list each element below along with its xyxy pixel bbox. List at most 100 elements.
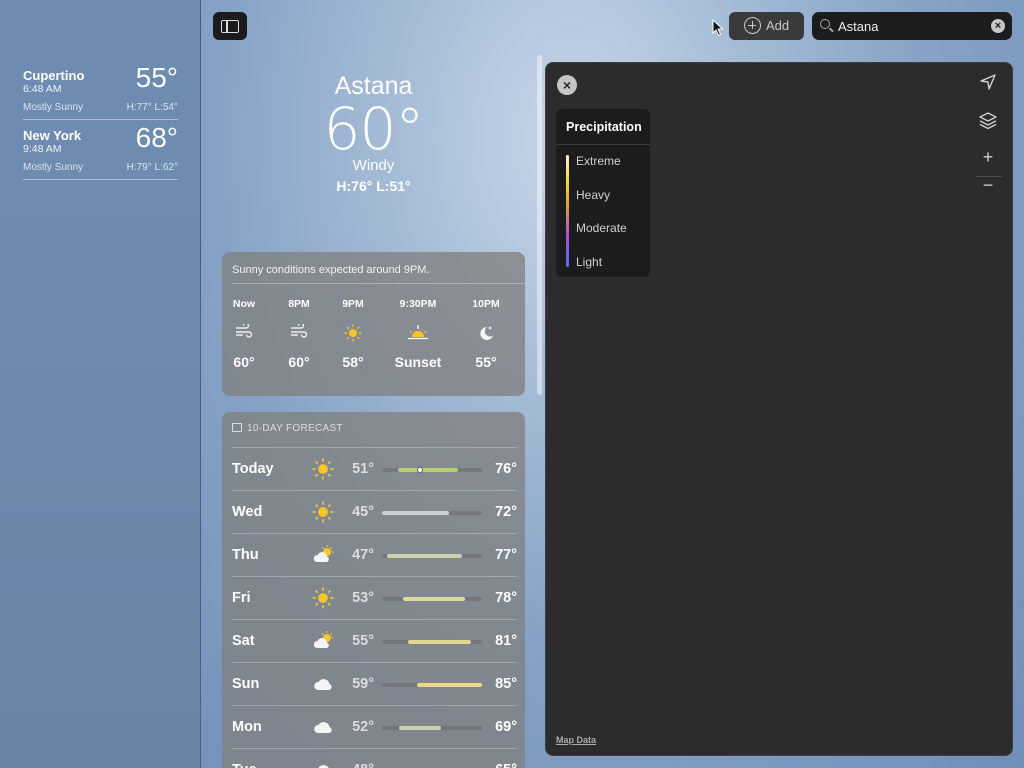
clear-search-button[interactable]: ×: [991, 19, 1005, 33]
sidebar-icon: [221, 20, 239, 33]
wind-icon: [214, 322, 274, 354]
location-condition: Mostly Sunny: [23, 102, 84, 113]
temperature-range-track: [382, 467, 482, 473]
temperature-range-bar: [408, 640, 471, 644]
ten-day-forecast-card: 10-DAY FORECAST Today 51° 76° Wed 45° 72° Thu 4…: [222, 412, 525, 768]
zoom-in-button[interactable]: +: [976, 147, 1000, 171]
location-high-low: H:79° L:62°: [126, 162, 178, 173]
hour-column: 10PM 55°: [456, 298, 516, 370]
forecast-day: Fri: [232, 590, 251, 606]
temperature-range-bar: [403, 597, 465, 601]
legend-level-moderate: Moderate: [576, 221, 627, 235]
temperature-range-bar: [387, 554, 462, 558]
forecast-high: 81°: [495, 633, 517, 649]
forecast-row[interactable]: Thu 47° 77°: [232, 533, 517, 576]
plus-circle-icon: [744, 17, 761, 34]
hour-time: 10PM: [472, 298, 500, 310]
location-arrow-icon: [980, 74, 996, 90]
temperature-range-bar: [399, 726, 441, 730]
sidebar-icon-divider: [226, 20, 228, 33]
hour-value: Sunset: [394, 354, 442, 370]
location-name: Cupertino: [23, 68, 85, 83]
location-condition: Mostly Sunny: [23, 162, 84, 173]
cloud-icon: [312, 759, 336, 768]
search-input[interactable]: [838, 17, 978, 35]
search-field[interactable]: ×: [812, 12, 1012, 40]
hour-column: Now 60°: [214, 298, 274, 370]
current-temperature-dot: [417, 467, 423, 473]
wind-icon: [269, 322, 329, 354]
temperature-range-track: [382, 554, 482, 558]
forecast-day: Sat: [232, 633, 255, 649]
hour-column: 9PM 58°: [323, 298, 383, 370]
sidebar-toggle-button[interactable]: [213, 12, 247, 40]
forecast-high: 85°: [495, 676, 517, 692]
divider: [23, 179, 178, 180]
map-layers-button[interactable]: [976, 111, 1000, 135]
divider: [232, 283, 525, 284]
close-map-button[interactable]: ×: [557, 75, 577, 95]
main-weather-view: Astana 60° Windy H:76° L:51° Sunny condi…: [201, 0, 1024, 768]
forecast-low: 51°: [352, 461, 374, 477]
precipitation-map-panel[interactable]: × Precipitation Extreme Heavy Moderate L…: [545, 62, 1013, 756]
precipitation-legend: Precipitation Extreme Heavy Moderate Lig…: [556, 109, 650, 277]
hour-value: 58°: [342, 354, 364, 370]
search-icon: [820, 19, 830, 29]
temperature-range-track: [382, 683, 482, 687]
forecast-row[interactable]: Mon 52° 69°: [232, 705, 517, 748]
forecast-day: Thu: [232, 547, 259, 563]
current-high-low: H:76° L:51°: [336, 178, 411, 194]
divider: [23, 119, 178, 120]
divider: [556, 144, 650, 145]
temperature-range-track: [382, 726, 482, 730]
forecast-header-label: 10-DAY FORECAST: [247, 423, 343, 434]
forecast-high: 76°: [495, 461, 517, 477]
forecast-day: Tue: [232, 762, 257, 768]
partly-cloudy-icon: [312, 544, 336, 568]
forecast-day: Wed: [232, 504, 263, 520]
legend-level-light: Light: [576, 255, 603, 269]
forecast-row[interactable]: Fri 53° 78°: [232, 576, 517, 619]
forecast-row[interactable]: Tue 48° 65°: [232, 748, 517, 768]
forecast-low: 48°: [338, 762, 374, 768]
moon-icon: [456, 324, 516, 354]
hourly-forecast-card: Sunny conditions expected around 9PM. No…: [222, 252, 525, 396]
sidebar: Cupertino 6:48 AM 55° Mostly Sunny H:77°…: [0, 0, 201, 768]
add-location-button[interactable]: Add: [729, 12, 804, 40]
cloud-icon: [312, 673, 336, 697]
location-time: 9:48 AM: [23, 143, 62, 155]
hour-time: 9PM: [342, 298, 364, 310]
forecast-high: 69°: [495, 719, 517, 735]
temperature-range-bar: [382, 511, 449, 515]
legend-level-extreme: Extreme: [576, 154, 621, 168]
sun-icon: [312, 587, 336, 611]
calendar-icon: [232, 423, 242, 432]
hourly-summary: Sunny conditions expected around 9PM.: [232, 264, 430, 276]
current-temperature: 60°: [323, 95, 425, 163]
current-location-button[interactable]: [976, 73, 1000, 97]
sun-icon: [312, 501, 336, 525]
current-conditions: Astana 60° Windy H:76° L:51°: [301, 72, 446, 194]
forecast-low: 59°: [352, 676, 374, 692]
hour-value: 55°: [475, 354, 497, 370]
temperature-range-track: [382, 597, 482, 601]
temperature-range-bar: [398, 468, 458, 472]
forecast-row[interactable]: Today 51° 76°: [232, 447, 517, 490]
zoom-out-button[interactable]: −: [976, 175, 1000, 199]
cloud-icon: [312, 716, 336, 740]
forecast-high: 65°: [495, 762, 517, 768]
map-data-link[interactable]: Map Data: [556, 735, 596, 745]
forecast-low: 55°: [352, 633, 374, 649]
location-time: 6:48 AM: [23, 83, 62, 95]
location-temp: 55°: [135, 62, 178, 93]
forecast-row[interactable]: Wed 45° 72°: [232, 490, 517, 533]
hour-value: 60°: [288, 354, 310, 370]
sunset-icon: [388, 324, 448, 354]
scrollbar[interactable]: [537, 55, 542, 395]
temperature-range-bar: [417, 683, 482, 687]
hour-column: 9:30PM Sunset: [388, 298, 448, 370]
forecast-row[interactable]: Sun 59° 85°: [232, 662, 517, 705]
forecast-row[interactable]: Sat 55° 81°: [232, 619, 517, 662]
mouse-pointer-icon: [712, 19, 724, 37]
hour-column: 8PM 60°: [269, 298, 329, 370]
